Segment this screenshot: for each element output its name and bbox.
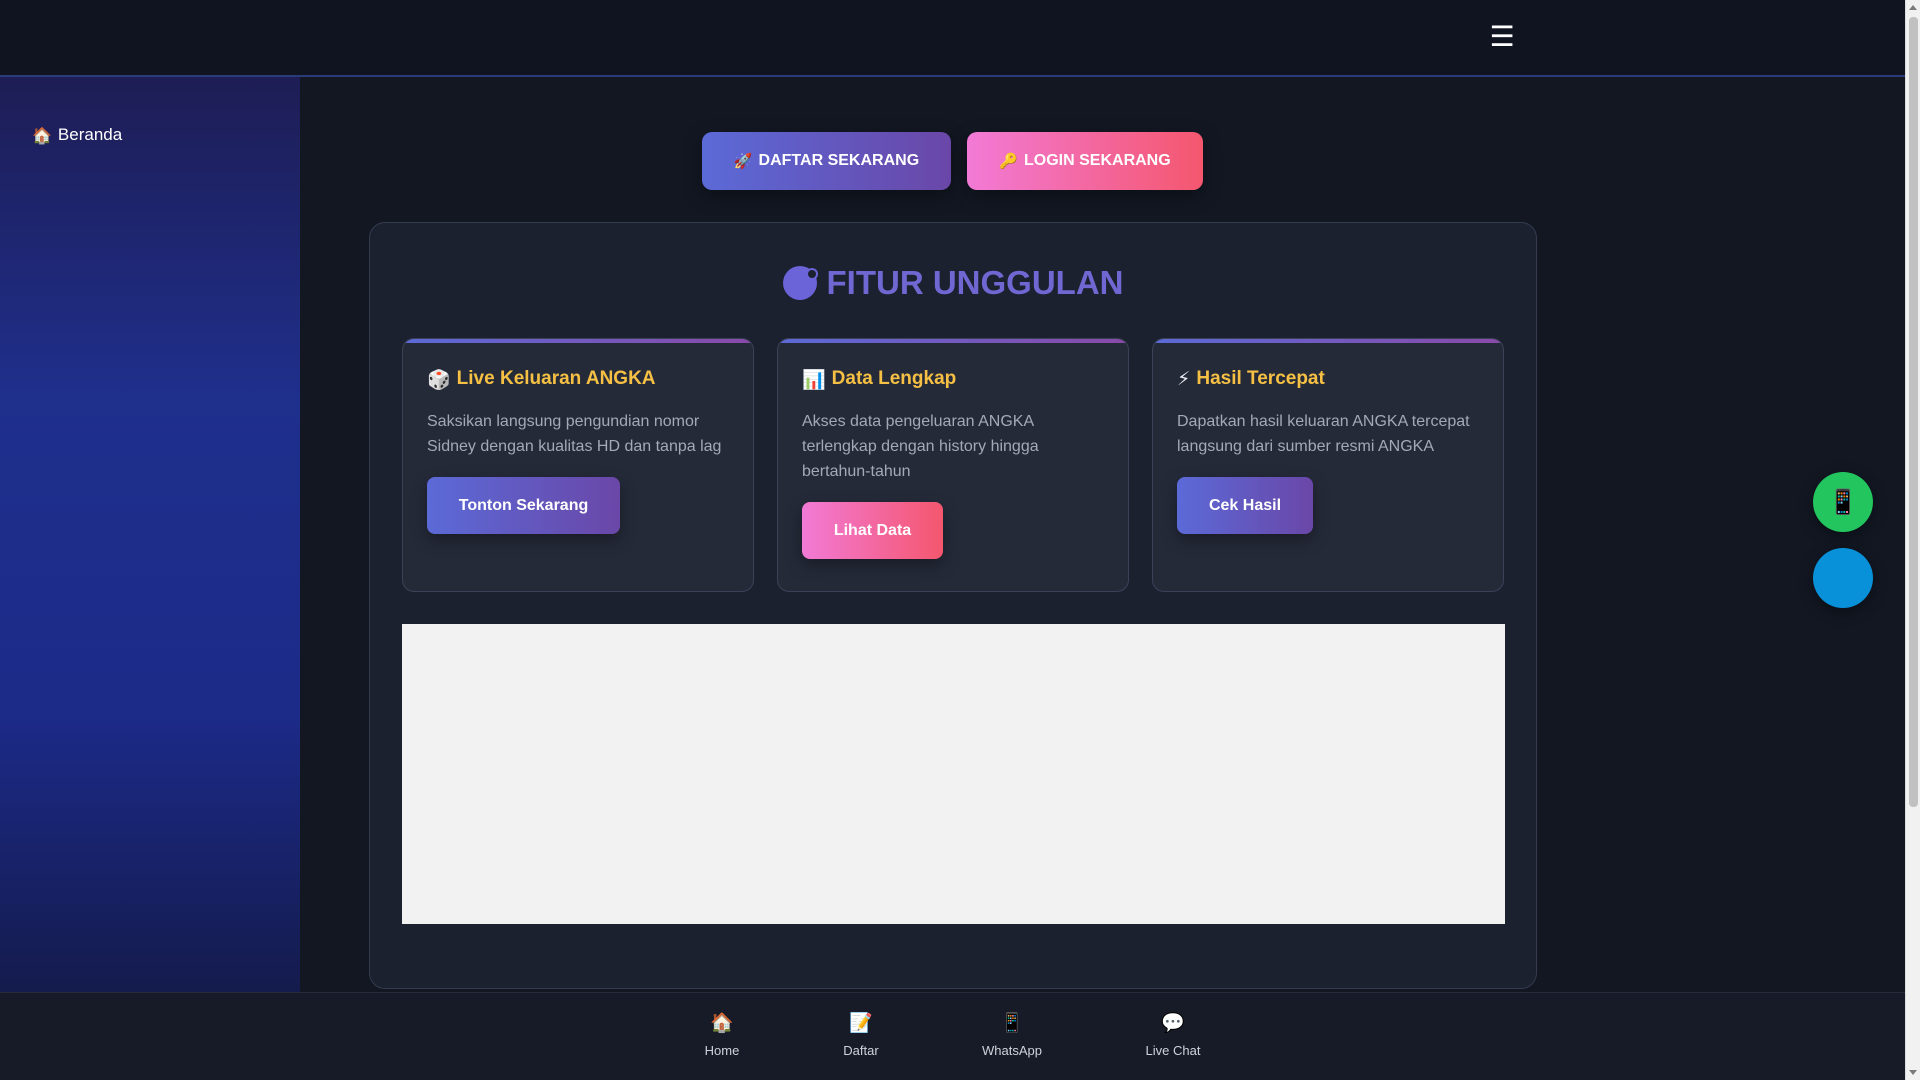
card-title-text: Data Lengkap: [831, 368, 957, 389]
home-icon: 🏠: [710, 1012, 734, 1034]
lightning-icon: ⚡: [1177, 368, 1191, 390]
bottom-nav: 🏠 Home 📝 Daftar 📱 WhatsApp 💬 Live Chat: [0, 992, 1905, 1080]
section-title-text: FITUR UNGGULAN: [826, 264, 1124, 301]
section-title: FITUR UNGGULAN: [370, 261, 1536, 305]
hamburger-menu-icon[interactable]: ☰: [1488, 20, 1516, 54]
tonton-sekarang-button[interactable]: Tonton Sekarang: [427, 477, 620, 534]
scrollbar-thumb[interactable]: [1909, 17, 1918, 807]
daftar-sekarang-label: DAFTAR SEKARANG: [758, 152, 920, 169]
scroll-down-icon[interactable]: [1909, 1070, 1917, 1075]
sidebar-item-beranda[interactable]: 🏠 Beranda: [32, 121, 122, 149]
target-icon: [782, 266, 817, 300]
card-title: 🎲 Live Keluaran ANGKA: [427, 365, 656, 393]
daftar-sekarang-button[interactable]: 🚀 DAFTAR SEKARANG: [702, 132, 951, 190]
top-header: ☰: [0, 0, 1905, 77]
bottom-nav-live-chat[interactable]: 💬 Live Chat: [1118, 1011, 1228, 1067]
card-description: Akses data pengeluaran ANGKA terlengkap …: [802, 413, 1039, 480]
card-title-text: Hasil Tercepat: [1196, 368, 1325, 389]
card-title: 📊 Data Lengkap: [802, 365, 956, 393]
phone-icon: 📱: [1828, 488, 1858, 516]
feature-card-live: 🎲 Live Keluaran ANGKA Saksikan langsung …: [402, 338, 754, 592]
phone-icon: 📱: [1000, 1012, 1024, 1034]
rocket-icon: 🚀: [733, 152, 753, 170]
scroll-up-icon[interactable]: [1909, 5, 1917, 10]
nav-label: Home: [704, 1043, 740, 1058]
memo-icon: 📝: [849, 1012, 873, 1034]
feature-card-data: 📊 Data Lengkap Akses data pengeluaran AN…: [777, 338, 1129, 592]
vertical-scrollbar[interactable]: [1905, 0, 1920, 1080]
telegram-float-button[interactable]: [1813, 548, 1873, 608]
home-icon: 🏠: [32, 125, 52, 145]
key-icon: 🔑: [999, 152, 1018, 170]
feature-card-hasil: ⚡ Hasil Tercepat Dapatkan hasil keluaran…: [1152, 338, 1504, 592]
bar-chart-icon: 📊: [802, 368, 826, 391]
bottom-nav-whatsapp[interactable]: 📱 WhatsApp: [957, 1011, 1067, 1067]
features-panel: FITUR UNGGULAN 🎲 Live Keluaran ANGKA Sak…: [369, 222, 1537, 989]
lihat-data-button[interactable]: Lihat Data: [802, 502, 943, 559]
nav-label: WhatsApp: [982, 1043, 1042, 1058]
nav-label: Live Chat: [1145, 1043, 1201, 1058]
nav-label: Daftar: [843, 1043, 879, 1058]
sidebar-item-label: Beranda: [57, 125, 123, 144]
whatsapp-float-button[interactable]: 📱: [1813, 472, 1873, 532]
card-title: ⚡ Hasil Tercepat: [1177, 365, 1325, 393]
dice-icon: 🎲: [427, 368, 451, 391]
card-description: Saksikan langsung pengundian nomor Sidne…: [427, 413, 722, 455]
card-title-text: Live Keluaran ANGKA: [456, 368, 656, 389]
bottom-nav-home[interactable]: 🏠 Home: [667, 1011, 777, 1067]
bottom-nav-daftar[interactable]: 📝 Daftar: [806, 1011, 916, 1067]
cek-hasil-button[interactable]: Cek Hasil: [1177, 477, 1313, 534]
login-sekarang-button[interactable]: 🔑 LOGIN SEKARANG: [967, 132, 1203, 190]
embedded-frame[interactable]: [402, 624, 1505, 924]
sidebar: 🏠 Beranda: [0, 77, 300, 992]
login-sekarang-label: LOGIN SEKARANG: [1024, 152, 1171, 169]
card-description: Dapatkan hasil keluaran ANGKA tercepat l…: [1177, 413, 1470, 455]
speech-bubble-icon: 💬: [1161, 1012, 1185, 1034]
